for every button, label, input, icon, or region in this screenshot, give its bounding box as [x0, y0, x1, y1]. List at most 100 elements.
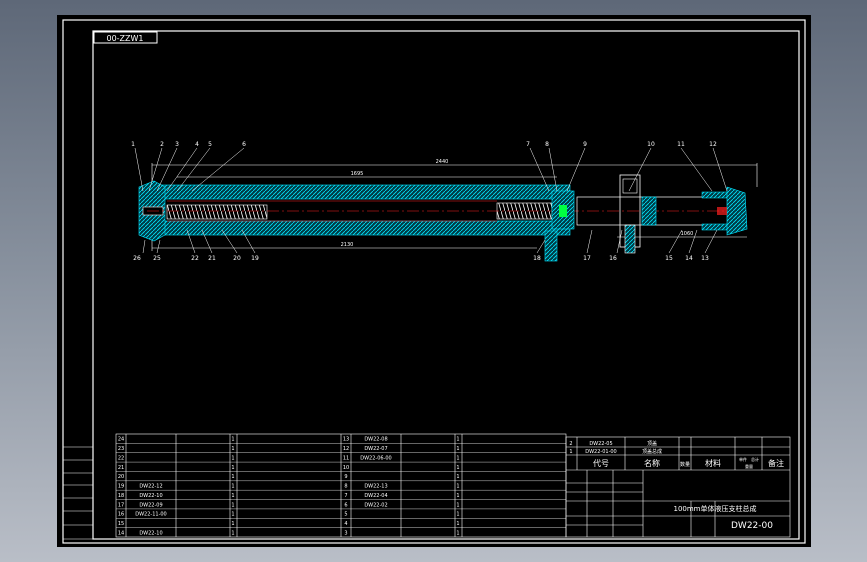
balloon-25: 25 — [153, 255, 161, 262]
bom-code: DW22-13 — [364, 484, 387, 490]
tb-row-seq-1: 1 — [569, 449, 572, 455]
bom-seq: 20 — [118, 474, 124, 480]
bom-qty: 1 — [456, 493, 459, 499]
bom-seq: 10 — [343, 465, 349, 471]
bom-qty: 1 — [456, 530, 459, 536]
top-pin — [717, 207, 727, 215]
bom-seq: 7 — [344, 493, 347, 499]
dim-top-inner: 1695 — [351, 171, 364, 177]
tb-row-name-2: 顶盖 — [647, 440, 657, 447]
bom-seq: 11 — [343, 455, 349, 461]
bom-qty: 1 — [456, 484, 459, 490]
bom-seq: 18 — [118, 493, 124, 499]
balloon-14: 14 — [685, 255, 693, 262]
handle-boss — [544, 230, 558, 262]
balloon-2: 2 — [160, 141, 164, 148]
bom-seq: 13 — [343, 437, 349, 443]
balloon-1: 1 — [131, 141, 135, 148]
tb-header-name: 名称 — [644, 458, 660, 468]
bom-code: DW22-09 — [139, 502, 162, 508]
inner-border — [92, 30, 800, 540]
tb-header-single: 单件 — [739, 456, 747, 462]
bom-table: 24 123 122 121 120 119 DW22-12 118 DW22-10 117 DW2… — [115, 433, 567, 538]
dim-right-lower: 1060 — [681, 231, 694, 237]
valve-stem — [624, 224, 636, 254]
bom-qty: 1 — [231, 493, 234, 499]
bom-qty: 1 — [231, 484, 234, 490]
bom-seq: 22 — [118, 455, 124, 461]
bom-seq: 5 — [344, 512, 347, 518]
cylinder-top-wall — [144, 184, 571, 200]
cylinder-bottom-wall — [144, 220, 571, 236]
outer-border — [62, 19, 806, 544]
bom-seq: 23 — [118, 446, 124, 452]
tb-header-qty: 数量 — [680, 461, 690, 468]
bom-seq: 6 — [344, 502, 347, 508]
balloon-4: 4 — [195, 141, 199, 148]
bom-seq: 8 — [344, 484, 347, 490]
balloon-16: 16 — [609, 255, 617, 262]
hydraulic-prop-assembly: 2440 1695 2130 1060 1 2 3 4 5 6 7 8 9 10… — [131, 141, 758, 262]
drawing-title: 100mm单体液压支柱总成 — [674, 504, 757, 513]
bom-seq: 14 — [118, 530, 124, 536]
balloon-13: 13 — [701, 255, 709, 262]
tb-row-code-1: DW22-01-00 — [585, 449, 617, 455]
bom-seq: 17 — [118, 502, 124, 508]
drawing-number: DW22-00 — [731, 521, 773, 531]
bom-qty: 1 — [456, 512, 459, 518]
bom-qty: 1 — [231, 521, 234, 527]
title-block: 2 DW22-05 顶盖 1 DW22-01-00 顶盖总成 代号 名称 数量 … — [565, 436, 791, 538]
bom-qty: 1 — [456, 521, 459, 527]
bom-qty: 1 — [456, 446, 459, 452]
balloon-20: 20 — [233, 255, 241, 262]
bom-code: DW22-06-00 — [360, 455, 392, 461]
balloon-8: 8 — [545, 141, 549, 148]
bom-code: DW22-10 — [139, 530, 162, 536]
bom-qty: 1 — [231, 512, 234, 518]
balloon-7: 7 — [526, 141, 530, 148]
bom-code: DW22-02 — [364, 502, 387, 508]
bom-seq: 4 — [344, 521, 347, 527]
balloon-22: 22 — [191, 255, 199, 262]
tb-row-code-2: DW22-05 — [589, 441, 612, 447]
bom-qty: 1 — [231, 465, 234, 471]
bom-seq: 15 — [118, 521, 124, 527]
bom-qty: 1 — [231, 502, 234, 508]
top-cap-head — [726, 186, 748, 236]
revision-block — [62, 446, 94, 540]
bom-qty: 1 — [231, 530, 234, 536]
balloon-21: 21 — [208, 255, 216, 262]
dim-bottom: 2130 — [341, 242, 354, 248]
tb-header-code: 代号 — [593, 458, 609, 468]
bom-qty: 1 — [456, 502, 459, 508]
tb-header-remark: 备注 — [768, 458, 784, 468]
bom-qty: 1 — [231, 455, 234, 461]
tb-header-material: 材料 — [705, 458, 721, 468]
tb-row-seq-2: 2 — [569, 441, 572, 447]
balloon-11: 11 — [677, 141, 685, 148]
bom-qty: 1 — [231, 437, 234, 443]
bom-code: DW22-12 — [139, 484, 162, 490]
bom-seq: 12 — [343, 446, 349, 452]
tb-row-name-1: 顶盖总成 — [642, 448, 662, 455]
bom-qty: 1 — [456, 474, 459, 480]
balloon-3: 3 — [175, 141, 179, 148]
bom-qty: 1 — [231, 446, 234, 452]
bom-seq: 19 — [118, 484, 124, 490]
balloon-6: 6 — [242, 141, 246, 148]
bom-seq: 9 — [344, 474, 347, 480]
balloon-26: 26 — [133, 255, 141, 262]
tb-header-weight: 重量 — [745, 463, 753, 469]
balloon-10: 10 — [647, 141, 655, 148]
bom-code: DW22-04 — [364, 493, 387, 499]
bom-code: DW22-11-00 — [135, 512, 167, 518]
valve-port — [622, 178, 638, 194]
bom-seq: 16 — [118, 512, 124, 518]
bom-qty: 1 — [456, 437, 459, 443]
balloon-9: 9 — [583, 141, 587, 148]
cad-viewport[interactable]: 00-ZZW1 2440 1695 2130 1060 1 2 3 4 5 6 … — [57, 15, 811, 547]
bom-seq: 24 — [118, 437, 124, 443]
bom-code: DW22-10 — [139, 493, 162, 499]
column-collar — [641, 196, 657, 226]
bom-code: DW22-08 — [364, 437, 387, 443]
